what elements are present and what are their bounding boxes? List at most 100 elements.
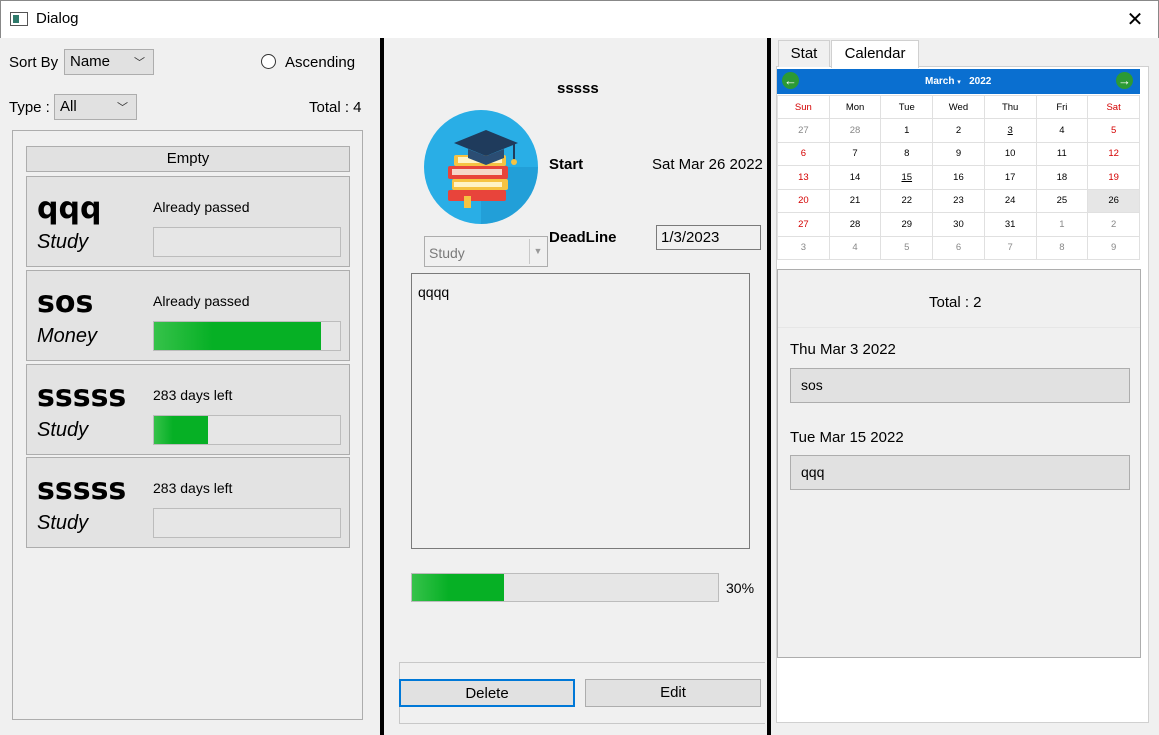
event-item[interactable]: qqq (790, 455, 1130, 490)
month-dropdown-icon: ▾ (957, 79, 961, 86)
weekday-header: Wed (932, 95, 985, 119)
calendar-day[interactable]: 5 (1087, 118, 1140, 143)
calendar-day[interactable]: 1 (880, 118, 934, 143)
goal-card[interactable]: qqq Study Already passed (26, 176, 350, 267)
calendar-day[interactable]: 9 (1087, 235, 1140, 260)
calendar-day[interactable]: 1 (1035, 212, 1089, 237)
goal-status: 283 days left (153, 480, 233, 496)
goal-status: 283 days left (153, 387, 233, 403)
calendar-day[interactable]: 24 (983, 188, 1037, 213)
goal-progress-fill (154, 322, 322, 350)
calendar-day[interactable]: 9 (932, 141, 985, 166)
calendar-month-year[interactable]: March ▾ 2022 (925, 76, 991, 87)
calendar-day[interactable]: 27 (777, 118, 830, 143)
goal-name: qqq (37, 191, 102, 226)
arrow-left-icon[interactable]: ← (782, 72, 799, 89)
start-value: Sat Mar 26 2022 (652, 156, 763, 173)
ascending-label: Ascending (285, 54, 356, 71)
start-label: Start (549, 156, 584, 173)
calendar-day[interactable]: 2 (932, 118, 985, 143)
events-total: Total : 2 (929, 294, 982, 311)
calendar-day[interactable]: 5 (880, 235, 934, 260)
calendar-day[interactable]: 18 (1035, 165, 1089, 190)
sort-by-label: Sort By (9, 54, 59, 71)
ascending-radio[interactable] (261, 54, 276, 69)
goal-progress-bar (153, 321, 341, 351)
tab-calendar[interactable]: Calendar (831, 40, 919, 68)
calendar-day[interactable]: 31 (983, 212, 1037, 237)
weekday-header: Fri (1035, 95, 1089, 119)
calendar-day[interactable]: 20 (777, 188, 830, 213)
calendar-day[interactable]: 28 (828, 212, 882, 237)
goal-type: Money (37, 325, 98, 347)
goal-progress-bar (153, 415, 341, 445)
calendar-day-selected[interactable]: 26 (1087, 188, 1140, 213)
calendar-day[interactable]: 7 (983, 235, 1037, 260)
calendar-day[interactable]: 4 (828, 235, 882, 260)
detail-progress-bar (411, 573, 719, 602)
calendar-day[interactable]: 3 (777, 235, 830, 260)
calendar-day[interactable]: 2 (1087, 212, 1140, 237)
chevron-down-icon: ﹀ (134, 57, 145, 69)
detail-progress-text: 30% (726, 580, 755, 596)
calendar-day[interactable]: 29 (880, 212, 934, 237)
dropdown-arrow-icon: ▼ (529, 239, 546, 264)
calendar-year: 2022 (969, 76, 992, 87)
close-button[interactable]: ✕ (1120, 6, 1150, 34)
calendar-day[interactable]: 8 (880, 141, 934, 166)
calendar-day[interactable]: 21 (828, 188, 882, 213)
calendar-day[interactable]: 27 (777, 212, 830, 237)
calendar-day[interactable]: 14 (828, 165, 882, 190)
goal-name: sssss (37, 472, 127, 507)
calendar-day[interactable]: 6 (932, 235, 985, 260)
calendar-day[interactable]: 13 (777, 165, 830, 190)
app-window-icon (10, 12, 28, 26)
calendar-day[interactable]: 23 (932, 188, 985, 213)
deadline-field[interactable]: 1/3/2023 (656, 225, 761, 250)
goal-progress-bar (153, 508, 341, 538)
goal-type: Study (37, 231, 89, 253)
empty-button[interactable]: Empty (26, 146, 350, 172)
type-label: Type : (9, 99, 50, 116)
type-select[interactable]: All ﹀ (54, 94, 137, 120)
calendar-day[interactable]: 4 (1035, 118, 1089, 143)
sort-by-select[interactable]: Name ﹀ (64, 49, 154, 75)
arrow-right-icon[interactable]: → (1116, 72, 1133, 89)
calendar-day[interactable]: 15 (880, 165, 934, 190)
panel-divider (380, 38, 384, 735)
goal-type: Study (37, 512, 89, 534)
calendar-day[interactable]: 19 (1087, 165, 1140, 190)
goal-name: sos (37, 285, 94, 320)
tab-stat[interactable]: Stat (778, 40, 830, 67)
calendar-day[interactable]: 28 (828, 118, 882, 143)
calendar-day[interactable]: 6 (777, 141, 830, 166)
calendar-day[interactable]: 17 (983, 165, 1037, 190)
calendar-day[interactable]: 30 (932, 212, 985, 237)
edit-button[interactable]: Edit (585, 679, 761, 707)
calendar-day[interactable]: 8 (1035, 235, 1089, 260)
calendar-grid: Sun Mon Tue Wed Thu Fri Sat 27 28 1 2 3 … (777, 95, 1140, 260)
delete-button[interactable]: Delete (399, 679, 575, 707)
type-value: All (60, 98, 77, 115)
calendar-day[interactable]: 22 (880, 188, 934, 213)
total-count: Total : 4 (309, 99, 362, 116)
deadline-label: DeadLine (549, 229, 617, 246)
weekday-header: Mon (828, 95, 882, 119)
goal-card[interactable]: sssss Study 283 days left (26, 457, 350, 548)
calendar-day[interactable]: 10 (983, 141, 1037, 166)
notes-textarea[interactable]: qqqq (411, 273, 750, 549)
event-date: Thu Mar 3 2022 (790, 341, 896, 358)
detail-type-select[interactable]: Study ▼ (424, 236, 548, 267)
event-item[interactable]: sos (790, 368, 1130, 403)
goal-status: Already passed (153, 293, 250, 309)
calendar-day[interactable]: 16 (932, 165, 985, 190)
calendar-day[interactable]: 25 (1035, 188, 1089, 213)
weekday-header: Tue (880, 95, 934, 119)
calendar-day[interactable]: 7 (828, 141, 882, 166)
detail-type-value: Study (429, 245, 465, 261)
goal-card[interactable]: sssss Study 283 days left (26, 364, 350, 455)
calendar-day[interactable]: 11 (1035, 141, 1089, 166)
calendar-day[interactable]: 3 (983, 118, 1037, 143)
calendar-day[interactable]: 12 (1087, 141, 1140, 166)
goal-card[interactable]: sos Money Already passed (26, 270, 350, 361)
